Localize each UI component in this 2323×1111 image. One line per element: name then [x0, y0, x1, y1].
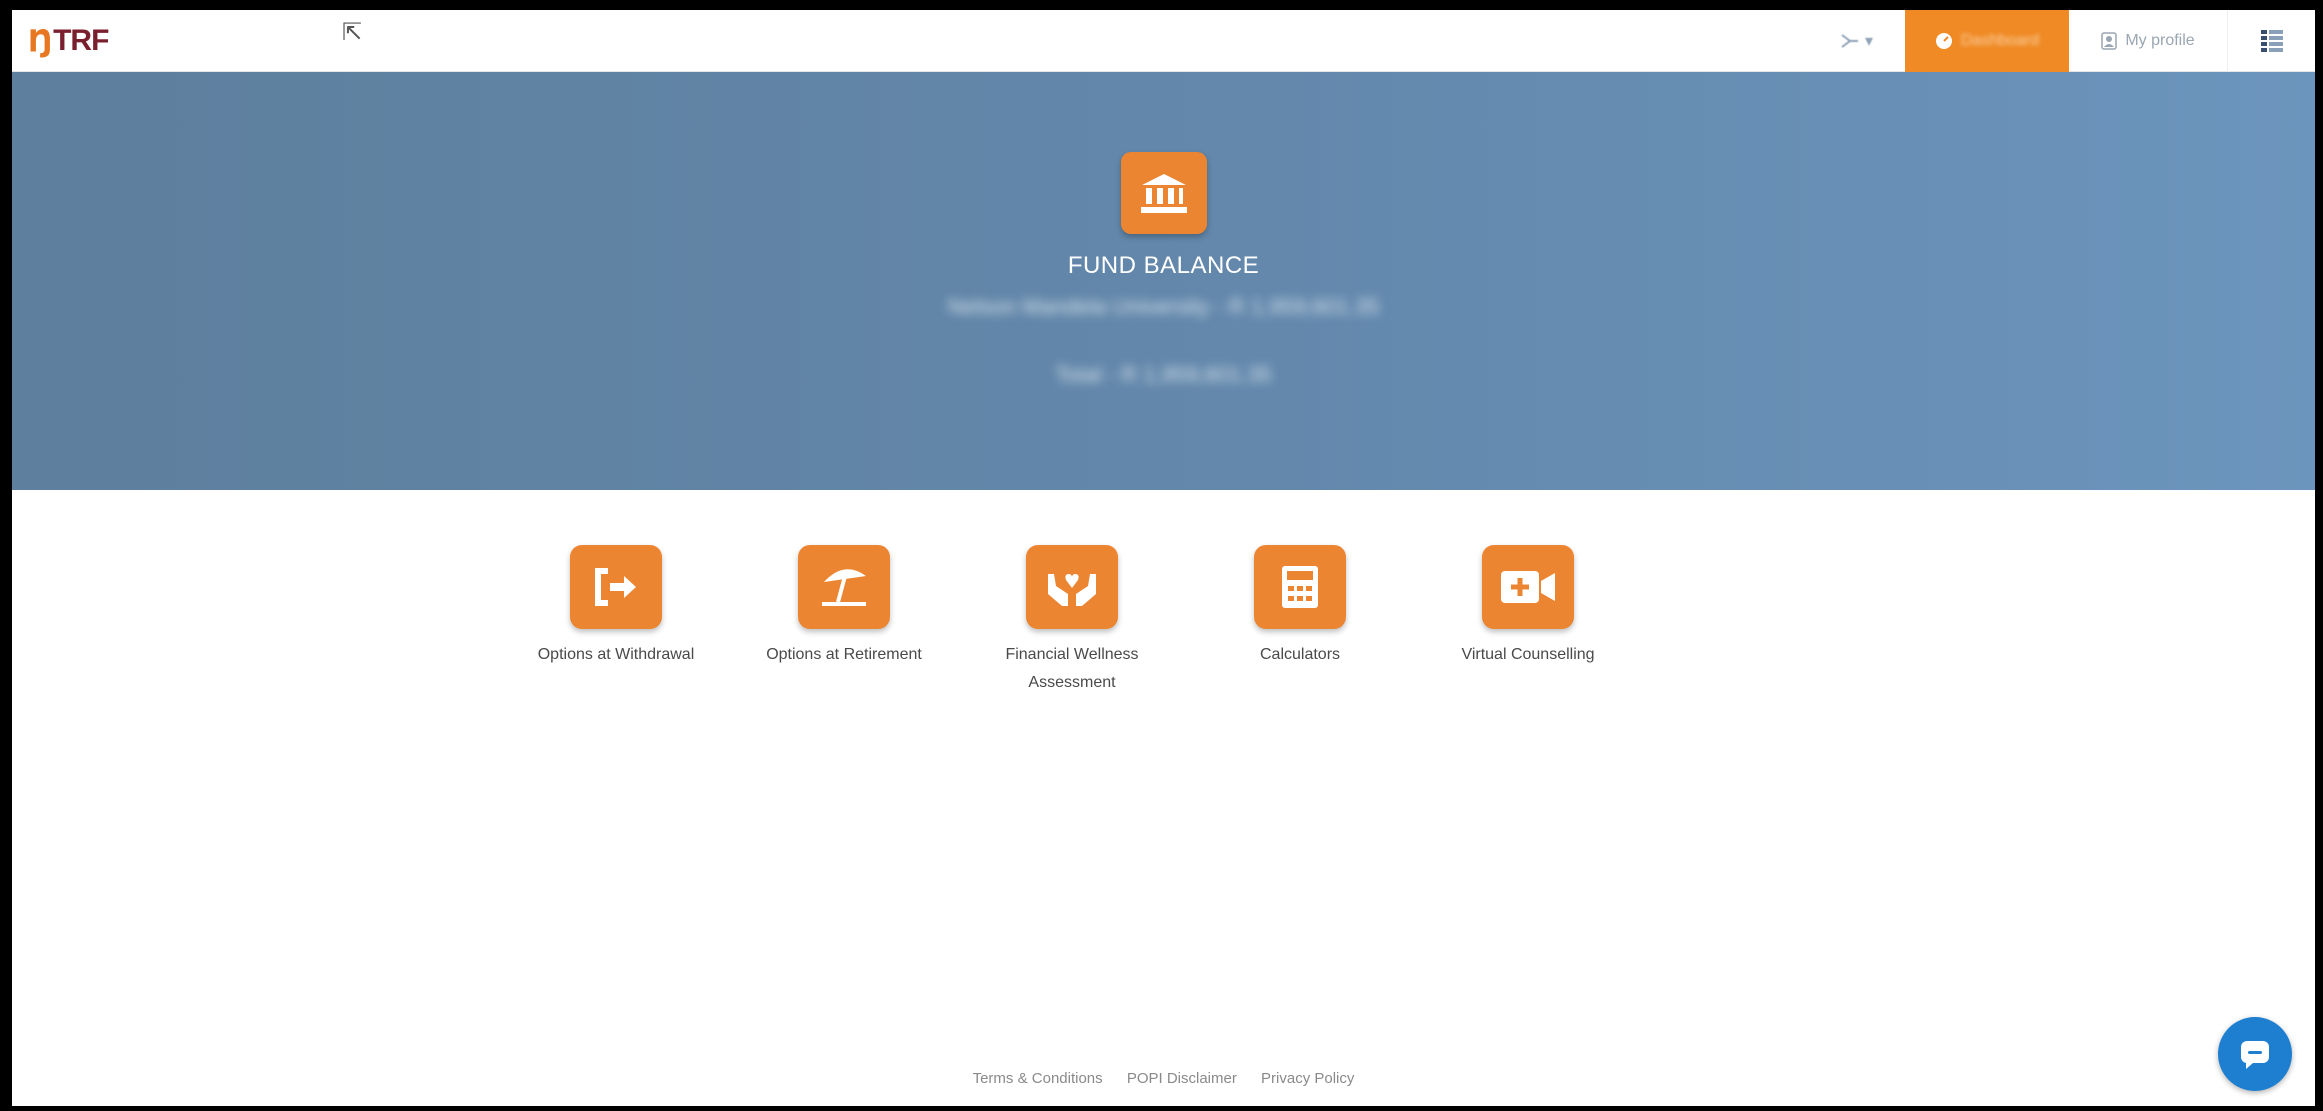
tile-label: Virtual Counselling — [1461, 646, 1595, 663]
fund-balance-hero: FUND BALANCE Nelson Mandela University -… — [12, 72, 2315, 490]
tile-virtual-counselling[interactable]: Virtual Counselling — [1414, 545, 1642, 697]
menu-toggle-button[interactable] — [2227, 10, 2315, 72]
dashboard-icon — [1935, 33, 1952, 49]
menu-grid-icon — [2260, 30, 2283, 52]
bank-icon — [1121, 152, 1207, 234]
logo-text: TRF — [53, 24, 109, 57]
user-icon — [2101, 32, 2118, 50]
nav-profile-label: My profile — [2125, 32, 2195, 49]
nav-right: ▾ Dashboard My profile — [1809, 10, 2315, 72]
app-frame: Ŋ TRF ⇱ ▾ Dashboard My profile FUND BALA… — [12, 10, 2315, 1106]
nav-profile-button[interactable]: My profile — [2069, 10, 2227, 72]
top-navbar: Ŋ TRF ⇱ ▾ Dashboard My profile — [12, 10, 2315, 72]
tile-label: Financial Wellness Assessment — [1005, 646, 1139, 691]
popi-link[interactable]: POPI Disclaimer — [1127, 1070, 1237, 1087]
terms-link[interactable]: Terms & Conditions — [973, 1070, 1103, 1087]
tile-label: Options at Retirement — [766, 646, 922, 663]
fund-balance-title: FUND BALANCE — [1067, 252, 1260, 279]
fund-balance-total: Total - R 1,959,601.35 — [1055, 362, 1272, 387]
tile-label: Calculators — [1259, 646, 1341, 663]
tile-financial-wellness[interactable]: Financial Wellness Assessment — [958, 545, 1186, 697]
flag-icon — [1841, 34, 1858, 48]
fund-balance-employer: Nelson Mandela University - R 1,959,601.… — [947, 294, 1380, 319]
beach-umbrella-icon — [798, 545, 890, 629]
tile-options-withdrawal[interactable]: Options at Withdrawal — [502, 545, 730, 697]
chat-button[interactable] — [2218, 1017, 2292, 1091]
calculator-icon — [1254, 545, 1346, 629]
logo-mark: Ŋ — [28, 23, 53, 59]
chevron-down-icon: ▾ — [1864, 33, 1874, 50]
exit-icon — [570, 545, 662, 629]
chat-icon — [2241, 1041, 2269, 1069]
nav-dashboard-button[interactable]: Dashboard — [1905, 10, 2069, 72]
hands-heart-icon — [1026, 545, 1118, 629]
privacy-link[interactable]: Privacy Policy — [1261, 1070, 1354, 1087]
nav-dashboard-label: Dashboard — [1960, 32, 2040, 49]
mouse-cursor-icon: ⇱ — [342, 18, 363, 46]
video-call-icon — [1482, 545, 1574, 629]
tile-calculators[interactable]: Calculators — [1186, 545, 1414, 697]
tile-label: Options at Withdrawal — [537, 646, 695, 663]
tile-options-retirement[interactable]: Options at Retirement — [730, 545, 958, 697]
footer: Terms & Conditions POPI Disclaimer Priva… — [12, 1070, 2315, 1087]
action-tiles: Options at Withdrawal Options at Retirem… — [502, 545, 1642, 697]
language-dropdown[interactable]: ▾ — [1809, 10, 1905, 72]
logo[interactable]: Ŋ TRF — [28, 22, 138, 60]
